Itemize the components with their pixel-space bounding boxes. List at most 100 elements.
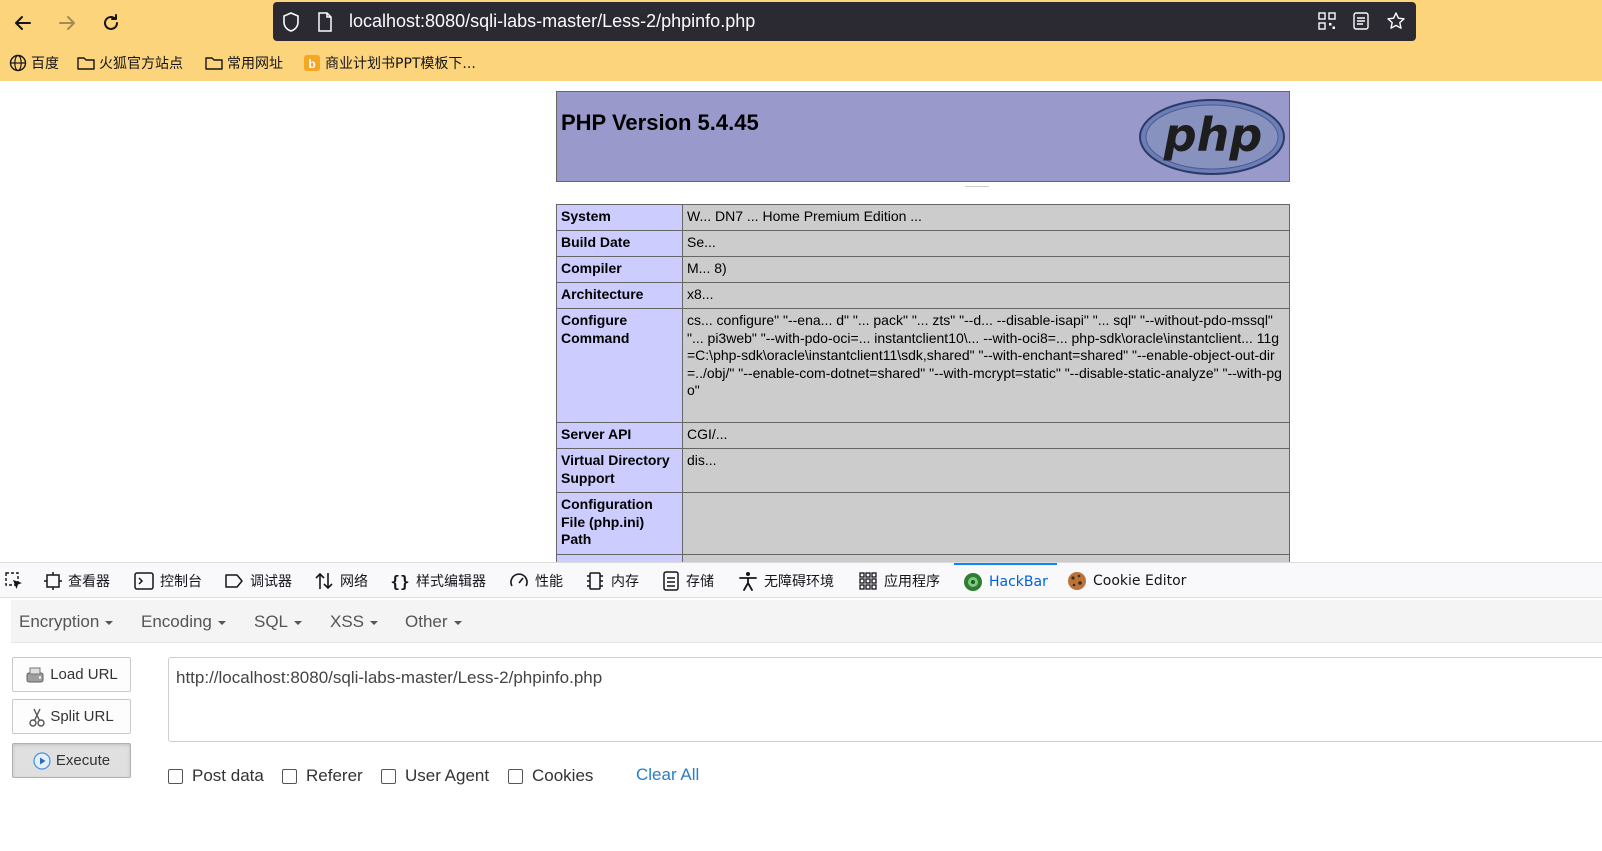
reload-button[interactable]: [96, 8, 126, 38]
svg-text:{}: {}: [390, 572, 409, 591]
style-editor-icon: {}: [390, 572, 409, 591]
phpinfo-row: [556, 554, 1290, 562]
tab-label: 调试器: [250, 573, 292, 590]
menu-encryption[interactable]: Encryption: [19, 612, 114, 632]
scissors-icon: [29, 708, 46, 727]
bookmark-firefox-official[interactable]: 火狐官方站点: [77, 52, 183, 74]
post-data-checkbox[interactable]: Post data: [168, 766, 264, 786]
split-url-button[interactable]: Split URL: [12, 699, 131, 734]
shield-icon[interactable]: [281, 11, 301, 33]
bookmark-label: 火狐官方站点: [99, 56, 183, 72]
tab-performance[interactable]: 性能: [509, 563, 563, 598]
phpinfo-value: x8...: [682, 282, 1290, 309]
address-bar[interactable]: localhost:8080/sqli-labs-master/Less-2/p…: [273, 2, 1416, 41]
bookmark-label: 常用网址: [227, 56, 283, 72]
caret-down-icon: [453, 620, 462, 625]
tab-label: 查看器: [68, 573, 110, 590]
checkbox-box[interactable]: [508, 768, 523, 784]
caret-down-icon: [370, 620, 379, 625]
bookmark-favicon: b: [304, 55, 320, 71]
tab-style-editor[interactable]: {} 样式编辑器: [390, 563, 486, 598]
tab-hackbar[interactable]: HackBar: [954, 563, 1057, 598]
phpinfo-value: cs... configure" "--ena... d" "... pack"…: [682, 308, 1290, 423]
referer-checkbox[interactable]: Referer: [282, 766, 363, 786]
page-title: PHP Version 5.4.45: [561, 110, 759, 135]
play-icon: [33, 751, 51, 770]
hackbar-icon: [964, 572, 982, 591]
folder-icon: [77, 57, 95, 70]
phpinfo-row: Configure Command cs... configure" "--ena…: [556, 308, 1290, 423]
phpinfo-key: Virtual Directory Support: [556, 448, 683, 493]
tab-console[interactable]: 控制台: [134, 563, 202, 598]
menu-sql[interactable]: SQL: [254, 612, 303, 632]
devtools-panel: 查看器 控制台 调试器 网络 {} 样式编辑器 性能 内存 存储 无障碍环境 应…: [0, 562, 1602, 851]
phpinfo-key: System: [556, 204, 683, 231]
phpinfo-key: Server API: [556, 422, 683, 449]
tab-application[interactable]: 应用程序: [858, 563, 940, 598]
checkbox-box[interactable]: [381, 768, 396, 784]
phpinfo-value: CGI/...: [682, 422, 1290, 449]
tab-label: 样式编辑器: [416, 573, 486, 590]
divider: [965, 186, 989, 187]
folder-icon: [205, 57, 223, 70]
user-agent-checkbox[interactable]: User Agent: [381, 766, 489, 786]
forward-button[interactable]: [52, 8, 82, 38]
debugger-icon: [225, 573, 243, 588]
php-version-header: PHP Version 5.4.45 php: [556, 91, 1290, 182]
memory-icon: [587, 571, 603, 590]
element-picker-icon: [5, 571, 22, 589]
phpinfo-row: Compiler M... 8): [556, 256, 1290, 283]
tab-label: HackBar: [989, 573, 1048, 590]
checkbox-box[interactable]: [168, 768, 183, 784]
tab-storage[interactable]: 存储: [662, 563, 714, 598]
qr-code-icon[interactable]: [1318, 12, 1336, 30]
phpinfo-key: Compiler: [556, 256, 683, 283]
arrow-right-icon: [59, 16, 75, 30]
storage-icon: [663, 570, 679, 591]
reader-view-icon[interactable]: [1353, 12, 1369, 30]
url-textarea[interactable]: http://localhost:8080/sqli-labs-master/L…: [168, 657, 1602, 742]
cookies-checkbox[interactable]: Cookies: [508, 766, 593, 786]
checkbox-box[interactable]: [282, 768, 297, 784]
menu-encoding[interactable]: Encoding: [141, 612, 226, 632]
svg-text:b: b: [308, 57, 315, 71]
url-text[interactable]: localhost:8080/sqli-labs-master/Less-2/p…: [349, 11, 755, 32]
tab-cookie-editor[interactable]: Cookie Editor: [1067, 563, 1186, 598]
cookie-icon: [1068, 571, 1086, 590]
page-icon[interactable]: [317, 12, 333, 32]
phpinfo-key: Build Date: [556, 230, 683, 257]
caret-down-icon: [294, 620, 303, 625]
globe-icon: [9, 54, 27, 72]
load-url-button[interactable]: Load URL: [12, 657, 131, 692]
bookmark-ppt-templates[interactable]: b 商业计划书PPT模板下...: [303, 52, 476, 74]
bookmarks-toolbar: 百度 火狐官方站点 常用网址 b 商业计划书PPT模板下...: [0, 48, 1602, 78]
caret-down-icon: [105, 620, 114, 625]
tab-label: 网络: [340, 573, 368, 590]
network-icon: [315, 572, 333, 589]
devtools-tab-bar: 查看器 控制台 调试器 网络 {} 样式编辑器 性能 内存 存储 无障碍环境 应…: [0, 563, 1602, 598]
phpinfo-row: Architecture x8...: [556, 282, 1290, 309]
bookmark-baidu[interactable]: 百度: [9, 52, 59, 74]
back-button[interactable]: [8, 8, 38, 38]
phpinfo-value: [682, 554, 1290, 562]
tab-debugger[interactable]: 调试器: [224, 563, 292, 598]
arrow-left-icon: [15, 16, 31, 30]
phpinfo-value: dis...: [682, 448, 1290, 493]
caret-down-icon: [217, 620, 226, 625]
accessibility-icon: [739, 571, 757, 591]
bookmark-label: 百度: [31, 56, 59, 72]
star-icon[interactable]: [1386, 11, 1406, 31]
tab-inspector[interactable]: 查看器: [44, 563, 110, 598]
tab-accessibility[interactable]: 无障碍环境: [738, 563, 834, 598]
menu-other[interactable]: Other: [405, 612, 462, 632]
execute-button[interactable]: Execute: [12, 743, 131, 778]
clear-all-link[interactable]: Clear All: [636, 765, 699, 785]
tab-memory[interactable]: 内存: [585, 563, 639, 598]
performance-icon: [510, 572, 528, 586]
phpinfo-table: System W... DN7 ... Home Premium Edition …: [556, 204, 1290, 562]
bookmark-label: 商业计划书PPT模板下...: [325, 56, 476, 72]
tab-network[interactable]: 网络: [314, 563, 368, 598]
bookmark-common-sites[interactable]: 常用网址: [205, 52, 283, 74]
tab-element-picker[interactable]: [4, 563, 24, 598]
menu-xss[interactable]: XSS: [330, 612, 379, 632]
